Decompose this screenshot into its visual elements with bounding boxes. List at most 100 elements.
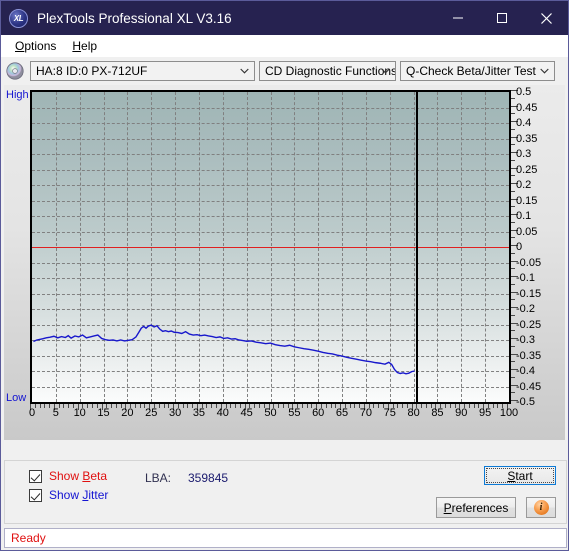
y-tick-minor bbox=[511, 113, 515, 115]
chevron-down-icon bbox=[240, 62, 249, 80]
show-beta-label: Show Beta bbox=[49, 469, 108, 483]
y-tick-label: 0.1 bbox=[516, 210, 532, 222]
y-tick-label: -0.25 bbox=[516, 318, 542, 331]
start-button[interactable]: Start bbox=[484, 466, 556, 485]
disc-icon bbox=[6, 61, 24, 80]
close-icon[interactable] bbox=[524, 1, 568, 35]
x-tick-label: 55 bbox=[288, 407, 301, 419]
y-tick-label: 0.05 bbox=[516, 225, 538, 238]
y-tick-label: 0 bbox=[516, 241, 523, 253]
series-jitter bbox=[33, 325, 414, 374]
checkbox-checked-icon bbox=[29, 469, 42, 483]
x-tick-label: 30 bbox=[168, 407, 182, 419]
preferences-button-label: Preferences bbox=[443, 500, 509, 515]
menu-item-options[interactable]: Options bbox=[7, 37, 64, 55]
x-tick-label: 100 bbox=[499, 407, 519, 419]
start-button-label: Start bbox=[507, 468, 533, 483]
show-jitter-label: Show Jitter bbox=[49, 488, 109, 502]
chart-low-label: Low bbox=[6, 392, 27, 404]
menu-item-options-label: ptions bbox=[24, 39, 57, 53]
y-tick-minor bbox=[511, 190, 515, 192]
maximize-icon[interactable] bbox=[480, 1, 524, 35]
x-tick-label: 10 bbox=[73, 407, 86, 419]
x-tick-label: 75 bbox=[383, 407, 396, 419]
y-tick-minor bbox=[511, 237, 515, 239]
drive-select[interactable]: HA:8 ID:0 PX-712UF bbox=[30, 60, 255, 81]
y-tick-label: 0.2 bbox=[516, 179, 532, 191]
menu-item-help[interactable]: Help bbox=[64, 37, 105, 55]
y-tick-minor bbox=[511, 314, 515, 316]
x-tick-label: 70 bbox=[359, 407, 373, 419]
info-button[interactable]: i bbox=[526, 497, 556, 518]
title-bar: XL PlexTools Professional XL V3.16 bbox=[1, 1, 568, 35]
y-tick-minor bbox=[511, 268, 515, 270]
chevron-down-icon bbox=[540, 62, 549, 80]
controls-panel: Show Beta Show Jitter LBA: 359845 Start … bbox=[4, 460, 567, 524]
window-title: PlexTools Professional XL V3.16 bbox=[37, 10, 232, 26]
menu-item-help-label: elp bbox=[81, 39, 98, 53]
y-tick-minor bbox=[511, 175, 515, 177]
x-tick-label: 15 bbox=[97, 407, 110, 419]
x-tick-label: 60 bbox=[312, 407, 325, 419]
status-bar: Ready bbox=[4, 528, 567, 548]
lba-label: LBA: bbox=[145, 471, 172, 485]
chart-high-label: High bbox=[6, 89, 29, 101]
y-tick-minor bbox=[511, 221, 515, 223]
x-tick-label: 0 bbox=[28, 407, 36, 419]
x-tick-label: 95 bbox=[479, 407, 492, 419]
y-tick-minor bbox=[511, 376, 515, 378]
x-tick-label: 45 bbox=[240, 407, 253, 419]
checkbox-checked-icon bbox=[29, 488, 42, 502]
y-tick-minor bbox=[511, 97, 515, 99]
x-tick-label: 25 bbox=[145, 407, 158, 419]
x-tick-label: 85 bbox=[431, 407, 444, 419]
info-icon: i bbox=[533, 500, 549, 515]
x-tick-label: 5 bbox=[52, 407, 59, 419]
y-tick-label: 0.35 bbox=[516, 132, 538, 145]
x-tick-label: 90 bbox=[455, 407, 468, 419]
window-controls bbox=[436, 1, 568, 35]
y-tick-minor bbox=[511, 206, 515, 208]
lba-value: 359845 bbox=[188, 471, 229, 485]
chart-panel: High Low 0.5 0.45 0.4 0.35 0.3 0.25 0.2 0.15 0.1… bbox=[4, 85, 565, 440]
minimize-icon[interactable] bbox=[436, 1, 480, 35]
application-window: XL PlexTools Professional XL V3.16 Optio… bbox=[0, 0, 569, 551]
x-tick-label: 35 bbox=[192, 407, 206, 419]
y-tick-minor bbox=[511, 128, 515, 130]
preferences-button[interactable]: Preferences bbox=[436, 497, 516, 518]
menu-bar: Options Help bbox=[1, 35, 568, 57]
y-tick-label: -0.3 bbox=[516, 334, 535, 346]
y-tick-label: -0.05 bbox=[516, 256, 542, 269]
function-select-value: CD Diagnostic Functions bbox=[265, 63, 396, 78]
show-jitter-checkbox[interactable]: Show Jitter bbox=[29, 488, 108, 502]
y-tick-minor bbox=[511, 252, 515, 254]
y-tick-label: -0.2 bbox=[516, 303, 535, 315]
x-axis-labels: 0 5 10 15 20 25 30 35 40 45 50 55 60 65 70 75 80 85 90 95 10… bbox=[4, 407, 565, 427]
x-tick-label: 80 bbox=[407, 407, 420, 419]
y-tick-minor bbox=[511, 283, 515, 285]
y-tick-label: -0.45 bbox=[516, 380, 542, 393]
app-logo-icon: XL bbox=[9, 8, 28, 28]
x-tick-label: 40 bbox=[216, 407, 229, 419]
plot-area[interactable] bbox=[30, 90, 511, 404]
y-tick-label: -0.4 bbox=[516, 365, 535, 377]
start-button-inner: Start bbox=[486, 468, 554, 483]
y-tick-minor bbox=[511, 392, 515, 394]
show-beta-checkbox[interactable]: Show Beta bbox=[29, 469, 107, 483]
drive-select-value: HA:8 ID:0 PX-712UF bbox=[36, 63, 148, 78]
y-tick-label: 0.15 bbox=[516, 194, 538, 207]
y-tick-label: 0.5 bbox=[516, 86, 532, 98]
y-tick-label: -0.1 bbox=[516, 272, 535, 284]
y-tick-label: -0.15 bbox=[516, 287, 542, 300]
x-tick-label: 50 bbox=[264, 407, 277, 419]
test-select-value: Q-Check Beta/Jitter Test bbox=[406, 63, 536, 78]
y-tick-minor bbox=[511, 330, 515, 332]
y-tick-label: -0.35 bbox=[516, 349, 542, 362]
function-select[interactable]: CD Diagnostic Functions bbox=[259, 60, 396, 81]
toolbar: HA:8 ID:0 PX-712UF CD Diagnostic Functio… bbox=[1, 57, 568, 84]
y-axis-labels: 0.5 0.45 0.4 0.35 0.3 0.25 0.2 0.15 0.1 0.05 0 -0.0… bbox=[516, 85, 566, 415]
test-select[interactable]: Q-Check Beta/Jitter Test bbox=[400, 60, 555, 81]
y-tick-label: 0.25 bbox=[516, 163, 538, 176]
status-text: Ready bbox=[11, 531, 46, 545]
y-tick-label: 0.3 bbox=[516, 148, 532, 160]
